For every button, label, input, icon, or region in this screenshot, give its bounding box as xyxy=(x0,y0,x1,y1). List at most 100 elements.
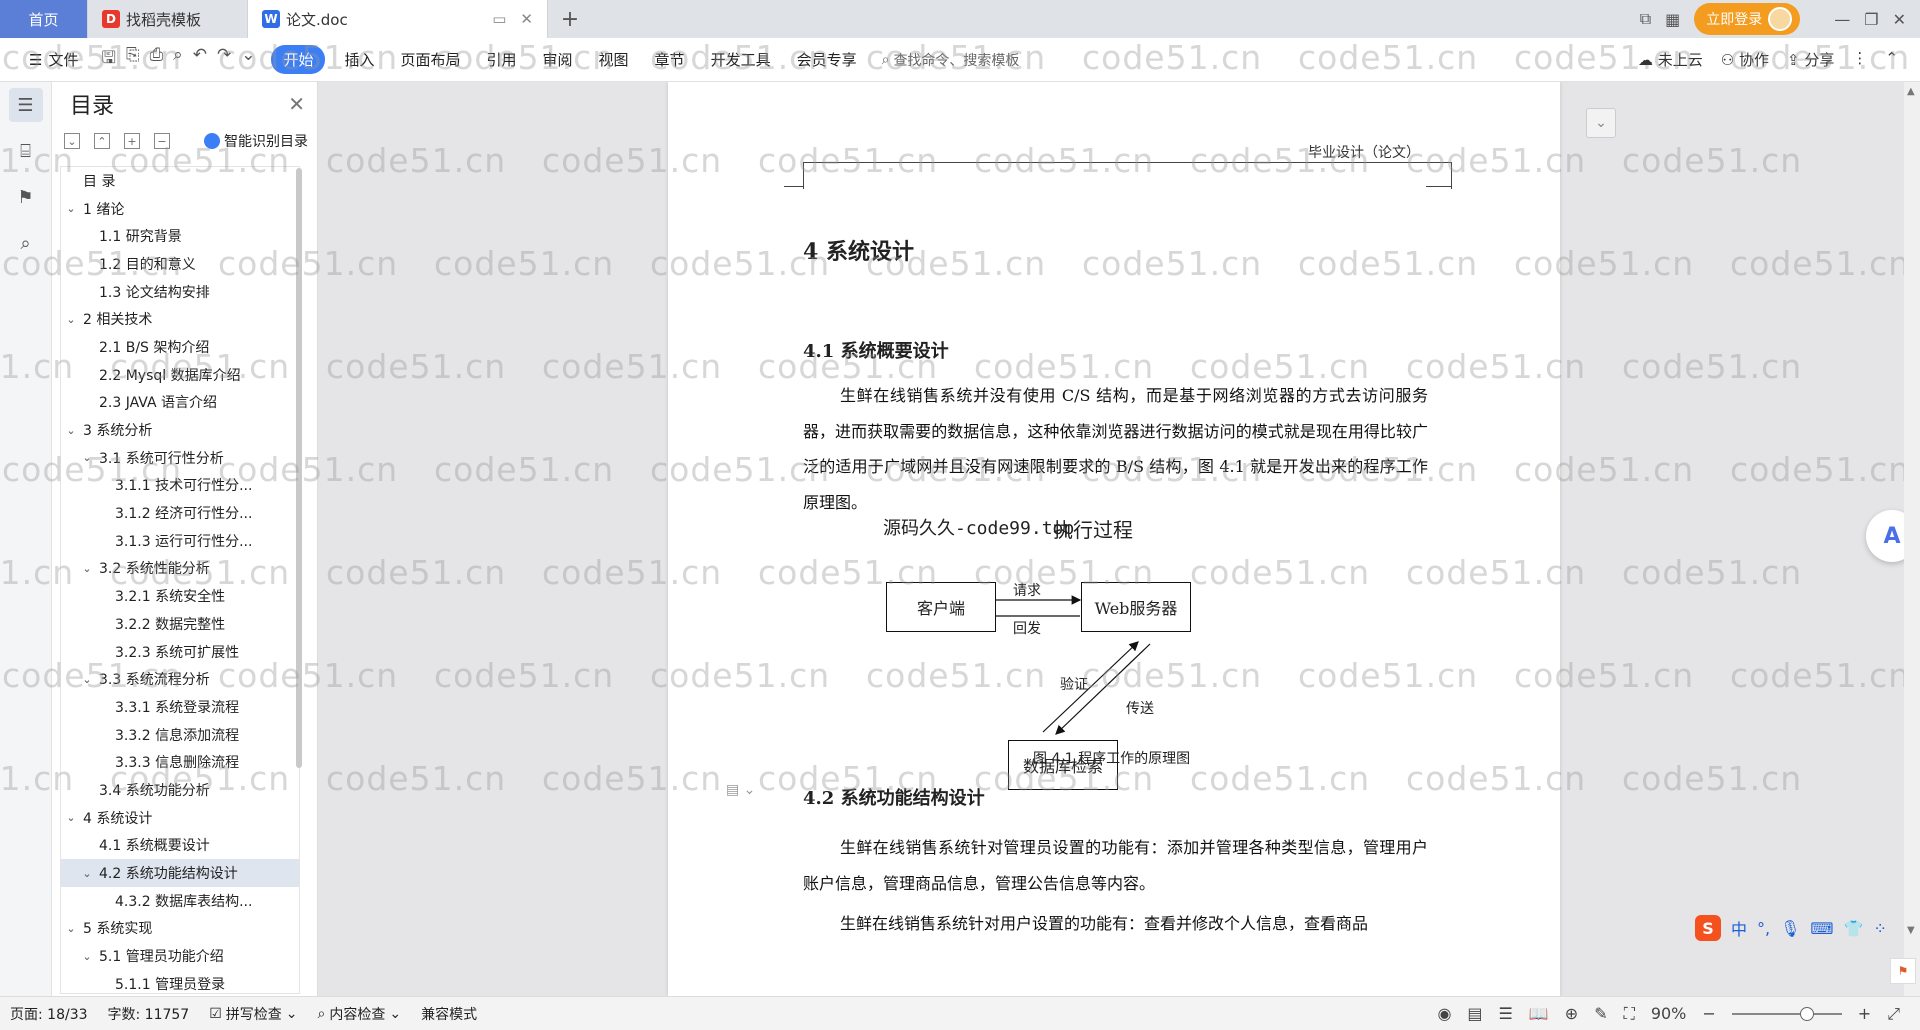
toc-expand-chevron-icon[interactable]: ⌄ xyxy=(63,202,79,215)
tab-document[interactable]: W 论文.doc ▭ ✕ xyxy=(248,0,548,38)
cloud-status[interactable]: ☁ 未上云 xyxy=(1638,49,1703,70)
toc-item[interactable]: 目 录 xyxy=(61,167,299,195)
toc-item[interactable]: 3.3.1 系统登录流程 xyxy=(61,693,299,721)
outline-view-icon[interactable]: ☰ xyxy=(1499,1004,1513,1023)
smart-toc-button[interactable]: 智能识别目录 xyxy=(204,131,308,151)
toc-item[interactable]: 3.2.3 系统可扩展性 xyxy=(61,638,299,666)
toc-item[interactable]: 3.1.2 经济可行性分... xyxy=(61,499,299,527)
zoom-level[interactable]: 90% xyxy=(1651,1004,1687,1023)
toc-item[interactable]: 1.3 论文结构安排 xyxy=(61,278,299,306)
bookmark-icon[interactable]: ⚑ xyxy=(9,180,43,214)
tab-member[interactable]: 会员专享 xyxy=(784,49,870,70)
paragraph-options-icon[interactable]: ▤ ⌄ xyxy=(726,782,755,798)
toc-expand-chevron-icon[interactable]: ⌄ xyxy=(79,950,95,963)
ime-voice-icon[interactable]: 🎙 xyxy=(1780,919,1800,938)
toc-expand-chevron-icon[interactable]: ⌄ xyxy=(63,313,79,326)
tab-templates[interactable]: D 找稻壳模板 xyxy=(88,0,248,38)
toc-expand-chevron-icon[interactable]: ⌄ xyxy=(63,922,79,935)
write-mode-icon[interactable]: ✎ xyxy=(1594,1004,1607,1023)
scroll-down-icon[interactable]: ▼ xyxy=(1907,925,1915,936)
toc-item[interactable]: ⌄ 4.2 系统功能结构设计 xyxy=(61,859,299,887)
toc-item[interactable]: 3.2.2 数据完整性 xyxy=(61,610,299,638)
ime-menu-icon[interactable]: ⁘ xyxy=(1873,919,1886,938)
toc-scrollbar[interactable] xyxy=(296,168,302,768)
zoom-out-icon[interactable]: − xyxy=(1702,1004,1715,1023)
page-indicator[interactable]: 页面: 18/33 xyxy=(10,1004,88,1024)
share-button[interactable]: ⇪ 分享 xyxy=(1787,49,1834,70)
paragraph-4-2-admin[interactable]: 生鲜在线销售系统针对管理员设置的功能有：添加并管理各种类型信息，管理用户账户信息… xyxy=(803,830,1428,901)
toc-item[interactable]: 4.1 系统概要设计 xyxy=(61,832,299,860)
new-tab-button[interactable]: + xyxy=(548,0,592,38)
remove-entry-icon[interactable]: − xyxy=(154,133,170,149)
toc-expand-chevron-icon[interactable]: ⌄ xyxy=(79,451,95,464)
toc-close-icon[interactable]: ✕ xyxy=(288,92,305,116)
toc-expand-chevron-icon[interactable]: ⌄ xyxy=(63,811,79,824)
tab-chapter[interactable]: 章节 xyxy=(642,49,698,70)
quick-access-dropdown-icon[interactable]: ⌄ xyxy=(241,45,255,74)
more-icon[interactable]: ⋮ xyxy=(1852,49,1867,70)
toc-item[interactable]: 3.3.3 信息删除流程 xyxy=(61,748,299,776)
collab-button[interactable]: ⚇ 协作 xyxy=(1721,49,1769,70)
tab-developer[interactable]: 开发工具 xyxy=(698,49,784,70)
toc-item[interactable]: ⌄ 5.1 管理员功能介绍 xyxy=(61,942,299,970)
toc-expand-chevron-icon[interactable]: ⌄ xyxy=(79,562,95,575)
toc-panel-icon[interactable]: ☰ xyxy=(8,88,43,122)
toc-item[interactable]: ⌄ 3.1 系统可行性分析 xyxy=(61,444,299,472)
toc-expand-chevron-icon[interactable]: ⌄ xyxy=(79,673,95,686)
toc-item[interactable]: 2.2 Mysql 数据库介绍 xyxy=(61,361,299,389)
close-window-icon[interactable]: ✕ xyxy=(1893,10,1906,29)
tab-page-layout[interactable]: 页面布局 xyxy=(387,49,473,70)
collapse-up-icon[interactable]: ⌃ xyxy=(94,133,110,149)
spell-check-button[interactable]: ☑ 拼写检查 ⌄ xyxy=(209,1004,297,1024)
collapse-ribbon-icon[interactable]: ⌃ xyxy=(1885,49,1898,70)
read-view-icon[interactable]: 📖 xyxy=(1529,1004,1549,1023)
save-icon[interactable]: 🖫 xyxy=(101,45,115,74)
word-count[interactable]: 字数: 11757 xyxy=(108,1004,190,1024)
preview-icon[interactable]: ⌕ xyxy=(173,45,183,74)
tab-close-icon[interactable]: ✕ xyxy=(520,10,533,28)
toc-item[interactable]: 3.2.1 系统安全性 xyxy=(61,582,299,610)
document-scrollbar[interactable]: ▲ ▼ xyxy=(1904,82,1920,996)
export-icon[interactable]: ⎘ xyxy=(126,45,140,74)
navigation-icon[interactable]: ⌸ xyxy=(9,134,43,168)
redo-icon[interactable]: ↷ xyxy=(217,45,231,74)
zoom-slider-handle[interactable] xyxy=(1799,1006,1814,1021)
toc-item[interactable]: ⌄ 4 系统设计 xyxy=(61,804,299,832)
sogou-ime-icon[interactable]: S xyxy=(1695,915,1721,941)
zoom-slider[interactable] xyxy=(1731,1006,1842,1021)
toc-item[interactable]: ⌄ 3 系统分析 xyxy=(61,416,299,444)
tab-references[interactable]: 引用 xyxy=(474,49,530,70)
tab-start[interactable]: 开始 xyxy=(271,45,326,74)
undo-icon[interactable]: ↶ xyxy=(193,45,207,74)
command-search[interactable]: ⌕ 查找命令、搜索模板 xyxy=(882,50,1020,70)
layout-toggle-icon[interactable]: ⧉ xyxy=(1640,9,1651,29)
scroll-up-icon[interactable]: ▲ xyxy=(1907,86,1915,97)
login-button[interactable]: 立即登录 xyxy=(1694,3,1801,35)
toc-item[interactable]: 3.4 系统功能分析 xyxy=(61,776,299,804)
file-menu[interactable]: ☰ 文件 xyxy=(16,49,91,70)
feedback-flag-icon[interactable]: ⚑ xyxy=(1890,958,1916,984)
toc-expand-chevron-icon[interactable]: ⌄ xyxy=(79,867,95,880)
toc-item[interactable]: 2.3 JAVA 语言介绍 xyxy=(61,389,299,417)
ime-punct-icon[interactable]: °, xyxy=(1757,919,1770,938)
toc-item[interactable]: 1.1 研究背景 xyxy=(61,222,299,250)
toc-item[interactable]: ⌄ 1 绪论 xyxy=(61,195,299,223)
toc-item[interactable]: 1.2 目的和意义 xyxy=(61,250,299,278)
expand-down-icon[interactable]: ⌄ xyxy=(64,133,80,149)
tab-home[interactable]: 首页 xyxy=(0,0,88,38)
ime-language[interactable]: 中 xyxy=(1731,916,1747,940)
ime-keyboard-icon[interactable]: ⌨ xyxy=(1810,919,1833,938)
add-entry-icon[interactable]: + xyxy=(124,133,140,149)
page-tools-icon[interactable]: ⌄ xyxy=(1586,108,1616,138)
find-icon[interactable]: ⌕ xyxy=(9,226,43,260)
eye-protect-icon[interactable]: ◉ xyxy=(1437,1004,1451,1023)
fit-page-icon[interactable]: ⛶ xyxy=(1624,1004,1635,1024)
ime-skin-icon[interactable]: 👕 xyxy=(1844,919,1864,938)
toc-item[interactable]: 4.3.2 数据库表结构... xyxy=(61,887,299,915)
tab-review[interactable]: 审阅 xyxy=(530,49,586,70)
tab-insert[interactable]: 插入 xyxy=(331,49,387,70)
tab-view[interactable]: 视图 xyxy=(586,49,642,70)
toc-item[interactable]: ⌄ 2 相关技术 xyxy=(61,305,299,333)
toc-item[interactable]: 3.1.3 运行可行性分... xyxy=(61,527,299,555)
toc-item[interactable]: 3.3.2 信息添加流程 xyxy=(61,721,299,749)
